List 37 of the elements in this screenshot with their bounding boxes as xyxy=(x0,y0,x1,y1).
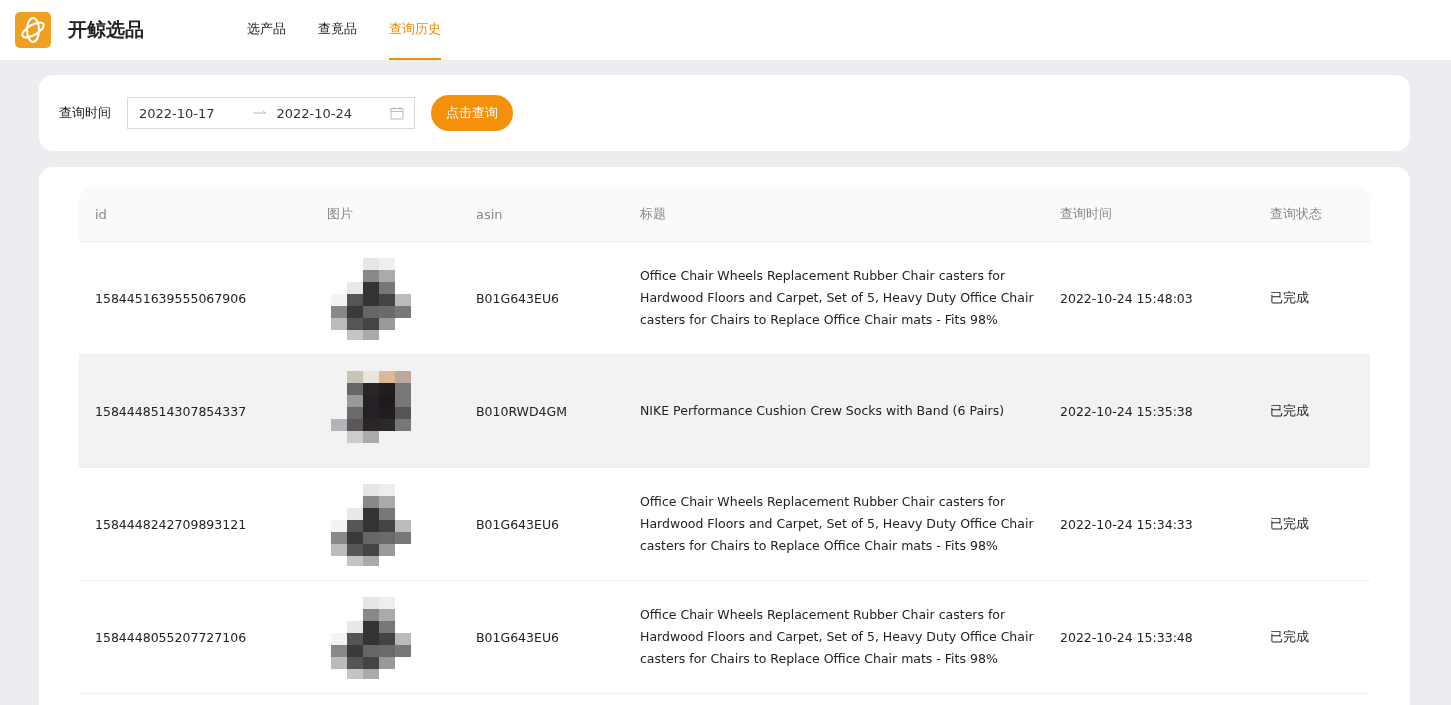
status-cell: 已完成 xyxy=(1270,289,1309,307)
start-date: 2022-10-17 xyxy=(139,105,216,121)
column-header: id xyxy=(95,206,107,222)
logo-icon xyxy=(15,12,51,48)
status-cell: 已完成 xyxy=(1270,515,1309,533)
title-cell-text: Office Chair Wheels Replacement Rubber Chair casters for Hardwood Floors and Carpet, Set of 5, Heavy Duty Office Chair casters for Chairs to Replace Office Chair mats - Fits 98% xyxy=(640,606,1035,668)
column-header: 查询时间 xyxy=(1060,205,1112,223)
title-cell-text: Office Chair Wheels Replacement Rubber Chair casters for Hardwood Floors and Carpet, Set of 5, Heavy Duty Office Chair casters for Chairs to Replace Office Chair mats - Fits 98% xyxy=(640,267,1035,329)
arrow-icon xyxy=(252,110,267,116)
id-cell: 1584448242709893121 xyxy=(95,516,247,532)
title-cell-text: NIKE Performance Cushion Crew Socks with Band (6 Pairs) xyxy=(640,402,1005,420)
asin-cell: B01G643EU6 xyxy=(476,516,560,532)
column-header: 标题 xyxy=(640,205,666,223)
id-cell: 1584448055207727106 xyxy=(95,629,247,645)
time-cell: 2022-10-24 15:33:48 xyxy=(1060,629,1193,645)
column-header: 查询状态 xyxy=(1270,205,1322,223)
time-cell: 2022-10-24 15:34:33 xyxy=(1060,516,1193,532)
nav-tab[interactable]: 选产品 xyxy=(247,0,286,60)
end-date: 2022-10-24 xyxy=(276,105,354,121)
date-range-field[interactable]: 2022-10-17 2022-10-24 xyxy=(127,97,415,129)
asin-cell: B010RWD4GM xyxy=(476,403,568,419)
title-cell-text: Office Chair Wheels Replacement Rubber Chair casters for Hardwood Floors and Carpet, Set of 5, Heavy Duty Office Chair casters for Chairs to Replace Office Chair mats - Fits 98% xyxy=(640,493,1035,555)
id-cell: 1584451639555067906 xyxy=(95,290,247,306)
column-header: 图片 xyxy=(327,205,353,223)
asin-cell: B01G643EU6 xyxy=(476,629,560,645)
time-cell: 2022-10-24 15:48:03 xyxy=(1060,290,1193,306)
column-header: asin xyxy=(476,206,503,222)
status-cell: 已完成 xyxy=(1270,628,1309,646)
calendar-icon xyxy=(390,106,404,120)
app-name: 开鲸选品 xyxy=(68,17,144,42)
time-cell: 2022-10-24 15:35:38 xyxy=(1060,403,1193,419)
status-cell: 已完成 xyxy=(1270,402,1309,420)
asin-cell: B01G643EU6 xyxy=(476,290,560,306)
filter-label: 查询时间 xyxy=(59,104,111,122)
nav-tab[interactable]: 查竟品 xyxy=(318,0,357,60)
table-row[interactable]: 1584448514307854337 B010RWD4GM NIKE Performance Cushion Crew Socks with Band (6 Pairs) 2022-10-24 15:35:38 已完成 xyxy=(79,355,1370,468)
id-cell: 1584448514307854337 xyxy=(95,403,247,419)
